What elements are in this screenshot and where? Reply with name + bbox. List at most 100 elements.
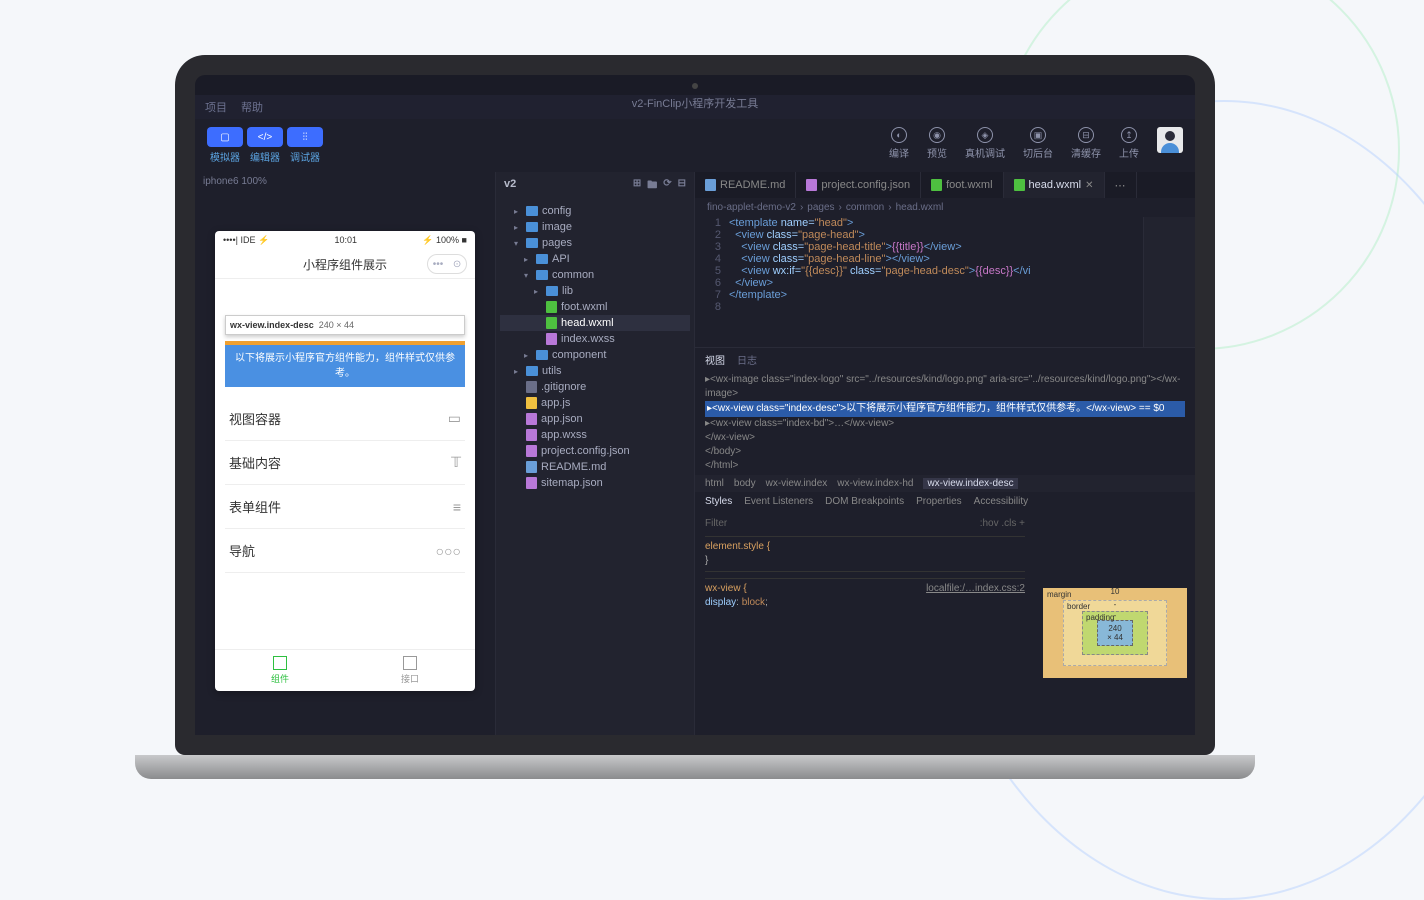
- dom-path[interactable]: htmlbodywx-view.indexwx-view.index-hdwx-…: [695, 475, 1195, 492]
- toolbar-debugger-button[interactable]: ⫶⫶: [287, 127, 323, 147]
- new-file-icon[interactable]: ⊞: [633, 178, 641, 195]
- tabbar-api[interactable]: 接口: [345, 650, 475, 691]
- menu-help[interactable]: 帮助: [241, 99, 263, 115]
- styles-tab[interactable]: Event Listeners: [744, 496, 813, 507]
- code-editor[interactable]: <template name="head"> <view class="page…: [729, 217, 1143, 347]
- upload-button[interactable]: ↥上传: [1119, 127, 1139, 160]
- file-tree-item[interactable]: ▸component: [500, 347, 690, 363]
- inspector-tooltip: wx-view.index-desc 240 × 44: [225, 315, 465, 335]
- editor-tab[interactable]: project.config.json: [796, 172, 921, 198]
- collapse-icon[interactable]: ⊟: [678, 178, 686, 195]
- styles-rules[interactable]: Filter :hov .cls + element.style {}</spa…: [695, 511, 1035, 755]
- file-icon: [526, 381, 537, 393]
- file-tree-item[interactable]: foot.wxml: [500, 299, 690, 315]
- filter-input[interactable]: Filter: [705, 517, 727, 531]
- toolbar-editor-button[interactable]: </>: [247, 127, 283, 147]
- device-status: iphone6 100%: [195, 172, 495, 191]
- devtools-tab-wxml[interactable]: 视图: [705, 352, 725, 367]
- phone-preview: ••••| IDE ⚡ 10:01 ⚡ 100% ■ 小程序组件展示 •••⊙ …: [215, 231, 475, 691]
- file-icon: [546, 301, 557, 313]
- menu-project[interactable]: 项目: [205, 99, 227, 115]
- file-icon: [1014, 179, 1025, 191]
- file-tree-item[interactable]: index.wxss: [500, 331, 690, 347]
- file-icon: [705, 179, 716, 191]
- toolbar: ▢ </> ⫶⫶ 模拟器 编辑器 调试器 ◐编译 ◉预览 ◈真机调试 ▣切后台 …: [195, 119, 1195, 172]
- user-avatar[interactable]: [1157, 127, 1183, 153]
- folder-icon: [526, 366, 538, 376]
- filter-controls[interactable]: :hov .cls +: [980, 517, 1025, 531]
- styles-tab[interactable]: Properties: [916, 496, 962, 507]
- file-icon: [526, 461, 537, 473]
- file-tree-item[interactable]: head.wxml: [500, 315, 690, 331]
- folder-icon: [536, 270, 548, 280]
- highlighted-element[interactable]: 以下将展示小程序官方组件能力，组件样式仅供参考。: [225, 341, 465, 387]
- more-tabs[interactable]: ⋯: [1105, 172, 1137, 198]
- folder-icon: [526, 206, 538, 216]
- laptop-frame: 项目 帮助 v2-FinClip小程序开发工具 ▢ </> ⫶⫶ 模拟器 编辑器…: [155, 55, 1235, 795]
- folder-icon: [546, 286, 558, 296]
- file-tree-item[interactable]: app.js: [500, 395, 690, 411]
- file-tree-item[interactable]: ▸config: [500, 203, 690, 219]
- styles-tab[interactable]: Styles: [705, 496, 732, 507]
- file-tree-item[interactable]: README.md: [500, 459, 690, 475]
- file-tree-item[interactable]: ▾pages: [500, 235, 690, 251]
- file-tree-item[interactable]: ▸utils: [500, 363, 690, 379]
- file-icon: [526, 429, 537, 441]
- signal-icon: ••••| IDE ⚡: [223, 235, 269, 246]
- file-tree-item[interactable]: ▸lib: [500, 283, 690, 299]
- devtools-tab-console[interactable]: 日志: [737, 352, 757, 367]
- file-tree-item[interactable]: ▾common: [500, 267, 690, 283]
- file-tree-item[interactable]: ▸image: [500, 219, 690, 235]
- editor-tab[interactable]: foot.wxml: [921, 172, 1003, 198]
- clear-cache-button[interactable]: ⊟清缓存: [1071, 127, 1101, 160]
- battery-icon: ⚡ 100% ■: [422, 235, 467, 246]
- breadcrumb: fino-applet-demo-v2›pages›common›head.wx…: [695, 198, 1195, 217]
- new-folder-icon[interactable]: 🖿: [647, 178, 657, 195]
- project-root[interactable]: v2: [504, 178, 516, 195]
- list-item[interactable]: 表单组件≡: [225, 485, 465, 529]
- styles-tab[interactable]: DOM Breakpoints: [825, 496, 904, 507]
- editor-panel: README.mdproject.config.jsonfoot.wxmlhea…: [695, 172, 1195, 755]
- file-icon: [526, 445, 537, 457]
- preview-button[interactable]: ◉预览: [927, 127, 947, 160]
- line-gutter: 12345678: [695, 217, 729, 347]
- compile-button[interactable]: ◐编译: [889, 127, 909, 160]
- statusbar-time: 10:01: [334, 235, 357, 246]
- refresh-icon[interactable]: ⟳: [663, 178, 671, 195]
- file-icon: [526, 397, 537, 409]
- tabbar-components[interactable]: 组件: [215, 650, 345, 691]
- app-title: 小程序组件展示: [263, 256, 427, 273]
- label-simulator: 模拟器: [207, 149, 243, 164]
- minimap[interactable]: [1143, 217, 1195, 347]
- file-tree-item[interactable]: ▸API: [500, 251, 690, 267]
- file-tree-item[interactable]: app.json: [500, 411, 690, 427]
- styles-tab[interactable]: Accessibility: [974, 496, 1028, 507]
- editor-tab[interactable]: head.wxml✕: [1004, 172, 1105, 198]
- folder-icon: [536, 254, 548, 264]
- list-item[interactable]: 导航○○○: [225, 529, 465, 573]
- file-tree-item[interactable]: project.config.json: [500, 443, 690, 459]
- box-model: 10 - - 240 × 44: [1035, 511, 1195, 755]
- toolbar-simulator-button[interactable]: ▢: [207, 127, 243, 147]
- list-item[interactable]: 基础内容𝕋: [225, 441, 465, 485]
- file-tree-item[interactable]: .gitignore: [500, 379, 690, 395]
- dom-tree[interactable]: ▸<wx-image class="index-logo" src="../re…: [695, 371, 1195, 475]
- file-tree-item[interactable]: app.wxss: [500, 427, 690, 443]
- file-icon: [526, 413, 537, 425]
- background-button[interactable]: ▣切后台: [1023, 127, 1053, 160]
- remote-debug-button[interactable]: ◈真机调试: [965, 127, 1005, 160]
- window-title: v2-FinClip小程序开发工具: [632, 95, 759, 111]
- label-debugger: 调试器: [287, 149, 323, 164]
- editor-tab[interactable]: README.md: [695, 172, 796, 198]
- simulator-panel: iphone6 100% ••••| IDE ⚡ 10:01 ⚡ 100% ■ …: [195, 172, 495, 755]
- file-tree-item[interactable]: sitemap.json: [500, 475, 690, 491]
- folder-icon: [536, 350, 548, 360]
- folder-icon: [526, 238, 538, 248]
- camera-dot: [692, 83, 698, 89]
- file-icon: [526, 477, 537, 489]
- file-icon: [931, 179, 942, 191]
- capsule-button[interactable]: •••⊙: [427, 254, 467, 274]
- close-icon[interactable]: ✕: [1085, 180, 1093, 191]
- list-item[interactable]: 视图容器▭: [225, 397, 465, 441]
- file-icon: [546, 333, 557, 345]
